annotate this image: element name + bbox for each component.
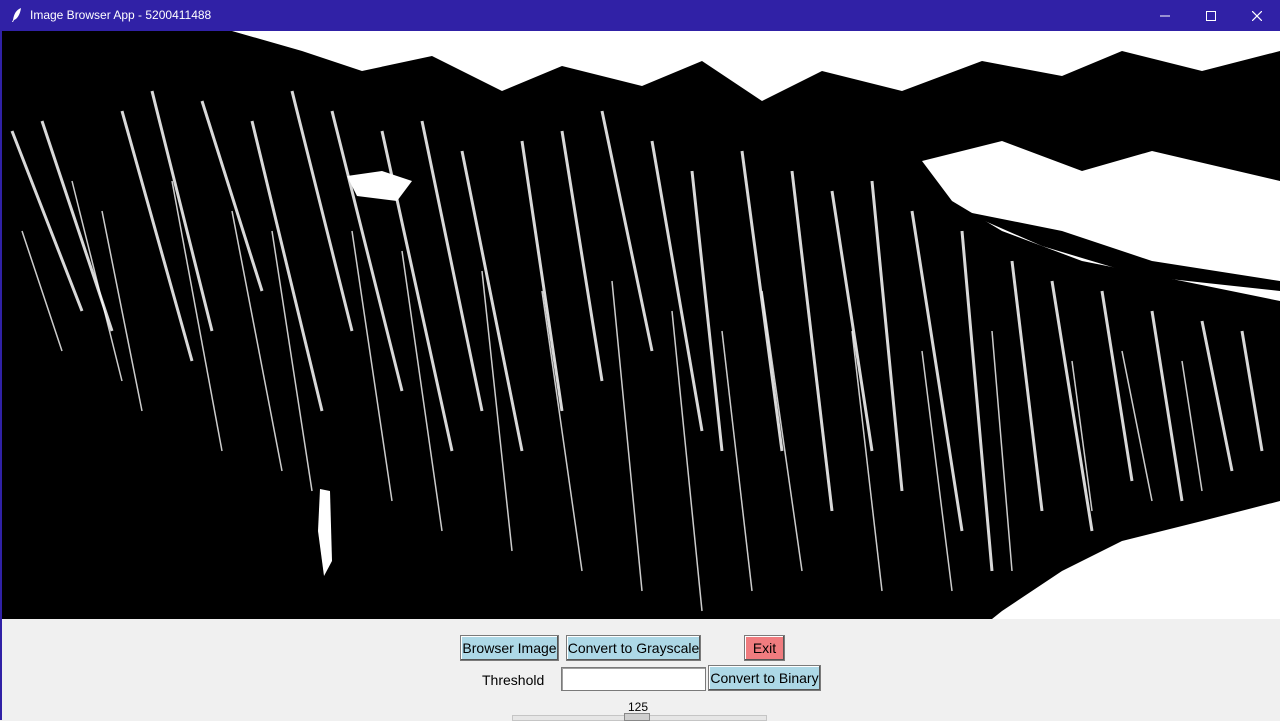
convert-binary-button[interactable]: Convert to Binary	[708, 665, 821, 691]
title-bar: Image Browser App - 5200411488	[0, 0, 1280, 31]
binary-mountain-image	[2, 31, 1280, 619]
maximize-button[interactable]	[1188, 0, 1234, 31]
convert-grayscale-button[interactable]: Convert to Grayscale	[566, 635, 701, 661]
exit-button[interactable]: Exit	[744, 635, 785, 661]
close-button[interactable]	[1234, 0, 1280, 31]
feather-icon	[10, 7, 24, 23]
threshold-input[interactable]	[561, 667, 706, 691]
threshold-label: Threshold	[482, 672, 545, 688]
minimize-icon	[1160, 11, 1170, 21]
slider-value: 125	[628, 700, 649, 714]
browse-image-button[interactable]: Browser Image	[460, 635, 559, 661]
image-display	[2, 31, 1280, 619]
window-title: Image Browser App - 5200411488	[30, 8, 212, 22]
maximize-icon	[1206, 10, 1216, 21]
minimize-button[interactable]	[1142, 0, 1188, 31]
close-icon	[1252, 10, 1262, 21]
